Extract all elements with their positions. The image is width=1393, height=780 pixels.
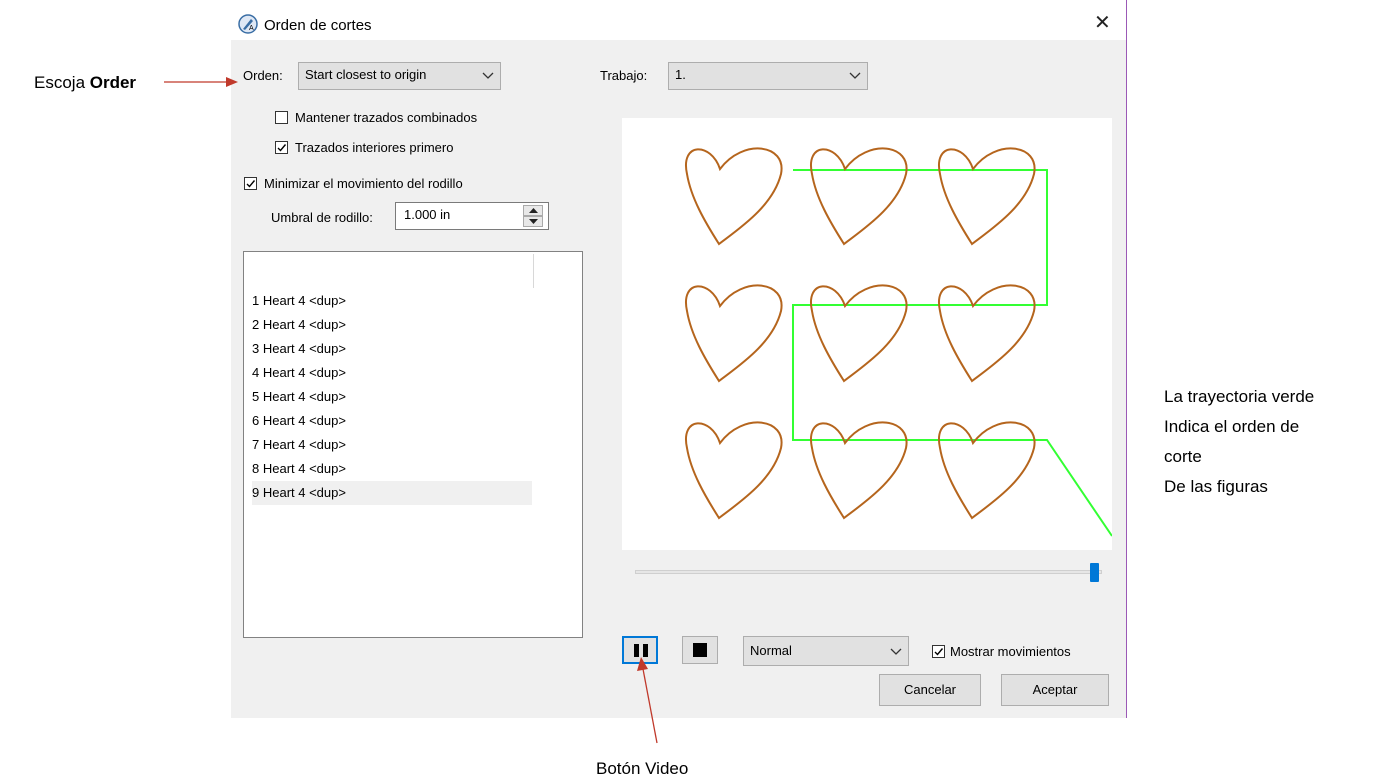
shape-list-item[interactable]: 2 Heart 4 <dup> [252, 313, 532, 337]
checkmark-icon [934, 648, 944, 656]
inner-first-checkbox[interactable] [275, 141, 288, 154]
stop-icon [693, 643, 707, 657]
roller-threshold-value: 1.000 in [404, 207, 451, 222]
arrow-down-icon [529, 219, 538, 224]
preview-background [622, 118, 1112, 550]
spin-down-button[interactable] [523, 216, 543, 227]
checkmark-icon [277, 144, 287, 152]
shape-list-item[interactable]: 1 Heart 4 <dup> [252, 289, 532, 313]
shape-list-item[interactable]: 6 Heart 4 <dup> [252, 409, 532, 433]
shape-list-item[interactable]: 3 Heart 4 <dup> [252, 337, 532, 361]
speed-select[interactable]: Normal [743, 636, 909, 666]
spin-up-button[interactable] [523, 205, 543, 216]
app-icon: A [238, 14, 258, 34]
annotation-path-line3: corte [1164, 447, 1202, 466]
inner-first-label: Trazados interiores primero [295, 140, 454, 155]
job-label: Trabajo: [600, 68, 648, 83]
roller-threshold-input[interactable]: 1.000 in [395, 202, 549, 230]
show-moves-checkbox[interactable] [932, 645, 945, 658]
playback-slider-thumb[interactable] [1090, 563, 1099, 582]
annotation-choose-order-prefix: Escoja [34, 73, 90, 92]
annotation-arrow-video [637, 657, 658, 744]
close-button[interactable]: ✕ [1094, 12, 1111, 34]
playback-slider-track[interactable] [635, 570, 1102, 574]
svg-text:A: A [249, 25, 254, 32]
chevron-down-icon [482, 72, 494, 79]
annotation-path-line1: La trayectoria verde [1164, 387, 1315, 406]
annotation-arrow-order [164, 77, 238, 87]
chevron-down-icon [890, 648, 902, 655]
annotation-choose-order-bold: Order [89, 73, 137, 92]
ok-button[interactable]: Aceptar [1001, 674, 1109, 706]
order-select[interactable]: Start closest to origin [298, 62, 501, 90]
chevron-down-icon [849, 72, 861, 79]
order-select-value: Start closest to origin [305, 67, 427, 82]
stop-button[interactable] [682, 636, 718, 664]
shape-list[interactable]: 1 Heart 4 <dup> 2 Heart 4 <dup> 3 Heart 4 … [243, 251, 583, 638]
minimize-roller-checkbox[interactable] [244, 177, 257, 190]
annotation-path-line4: De las figuras [1164, 477, 1268, 496]
keep-compound-label: Mantener trazados combinados [295, 110, 478, 125]
minimize-roller-label: Minimizar el movimiento del rodillo [264, 176, 463, 191]
window-border [1126, 0, 1127, 718]
order-label: Orden: [243, 68, 283, 83]
cancel-button[interactable]: Cancelar [879, 674, 981, 706]
show-moves-label: Mostrar movimientos [950, 644, 1071, 659]
checkmark-icon [246, 180, 256, 188]
annotation-path-line2: Indica el orden de [1164, 417, 1300, 436]
window-title: Orden de cortes [264, 17, 372, 34]
annotation-choose-order: Escoja Order [34, 72, 136, 94]
keep-compound-checkbox[interactable] [275, 111, 288, 124]
arrow-up-icon [529, 208, 538, 213]
list-column-divider [533, 254, 534, 288]
shape-list-item[interactable]: 4 Heart 4 <dup> [252, 361, 532, 385]
shape-list-item[interactable]: 8 Heart 4 <dup> [252, 457, 532, 481]
annotation-video-button: Botón Video [596, 759, 689, 778]
speed-select-value: Normal [750, 643, 792, 658]
shape-list-item[interactable]: 9 Heart 4 <dup> [252, 481, 532, 505]
job-select-value: 1. [675, 67, 686, 82]
shape-list-item[interactable]: 7 Heart 4 <dup> [252, 433, 532, 457]
roller-threshold-label: Umbral de rodillo: [271, 210, 373, 225]
job-select[interactable]: 1. [668, 62, 868, 90]
cut-preview-canvas [622, 118, 1112, 550]
shape-list-item[interactable]: 5 Heart 4 <dup> [252, 385, 532, 409]
